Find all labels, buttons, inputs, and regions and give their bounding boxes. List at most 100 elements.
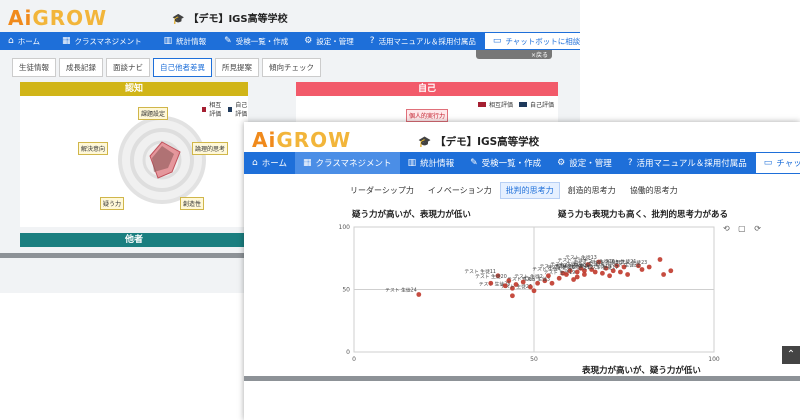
nav-chatbot[interactable]: ▭チャットボットに相談	[483, 32, 580, 50]
nav-label: ホーム	[17, 36, 40, 46]
nav-home[interactable]: ⌂ ホーム	[244, 152, 295, 174]
legend-self-label: 自己評価	[530, 102, 555, 109]
x-tick-label: 100	[708, 356, 720, 363]
radar-label-kadai: 課題設定	[138, 107, 169, 120]
tab-creative-thinking[interactable]: 創造的思考力	[562, 182, 622, 199]
scatter-point	[625, 272, 630, 277]
tab-critical-thinking[interactable]: 批判的思考力	[499, 182, 560, 199]
jiko-label-kojin: 個人的実行力	[406, 109, 449, 122]
point-label: テスト 生徒20	[475, 273, 507, 280]
scatter-point	[618, 269, 623, 275]
nav-manual[interactable]: ? 活用マニュアル＆採用付属品	[362, 32, 484, 50]
jiko-legend: 相互評価 自己評価	[472, 100, 554, 109]
y-tick-label: 0	[346, 349, 350, 356]
scatter-point	[520, 279, 526, 285]
subtab-interview-navi[interactable]: 面談ナビ	[106, 58, 150, 77]
tab-collaborative-thinking[interactable]: 協働的思考力	[624, 182, 684, 199]
scatter-point	[607, 273, 612, 279]
radar-label-ronri: 論理的思考	[192, 142, 229, 155]
school-name: 🎓 【デモ】IGS高等学校	[172, 10, 288, 25]
nav-settings[interactable]: ⚙ 設定・管理	[296, 32, 362, 50]
legend-other-label: 相互評価	[489, 102, 514, 109]
logo-rest: GROW	[276, 128, 352, 152]
nav-settings[interactable]: ⚙ 設定・管理	[549, 152, 620, 174]
tab-innovation[interactable]: イノベーション力	[422, 182, 498, 199]
pencil-icon: ✎	[224, 36, 232, 46]
nav-label: ホーム	[261, 159, 287, 169]
nav-label: クラスマネジメント	[315, 159, 392, 169]
jiko-panel: 自己 相互評価 自己評価 個人的実行力	[296, 82, 558, 127]
nav-label: クラスマネジメント	[74, 36, 142, 46]
nav-exam-list[interactable]: ✎ 受検一覧・作成	[214, 32, 296, 50]
scatter-point	[668, 268, 674, 274]
nav-home[interactable]: ⌂ ホーム	[0, 32, 48, 50]
app-logo[interactable]: AiGROW	[252, 128, 351, 152]
nav-label: 受検一覧・作成	[235, 36, 289, 46]
scroll-top-button[interactable]: ⌃	[782, 346, 800, 364]
chat-icon: ▭	[763, 158, 773, 168]
graduation-cap-icon: 🎓	[418, 136, 432, 148]
nav-statistics[interactable]: ▥ 統計情報	[400, 152, 463, 174]
competency-tabs: リーダーシップ力 イノベーション力 批判的思考力 創造的思考力 協働的思考力	[344, 182, 686, 199]
school-name: 🎓 【デモ】IGS高等学校	[418, 134, 539, 149]
point-label: テスト 生徒11	[464, 268, 496, 275]
scatter-point	[661, 272, 666, 277]
nav-class-management[interactable]: ▦ クラスマネジメント	[294, 152, 400, 174]
scatter-point	[646, 264, 652, 270]
app-logo[interactable]: AiGROW	[8, 6, 107, 30]
nav-class-management[interactable]: ▦ クラスマネジメント	[48, 32, 150, 50]
stats-icon: ▥	[407, 158, 417, 168]
home-icon: ⌂	[252, 158, 258, 168]
back-button[interactable]: ×戻る	[476, 50, 552, 59]
logo-prefix: Ai	[252, 128, 277, 152]
nav-statistics[interactable]: ▥ 統計情報	[150, 32, 215, 50]
tasha-panel: 他者	[20, 233, 248, 247]
scatter-point	[513, 282, 519, 287]
chart-board-icon: ▦	[62, 36, 71, 46]
scatter-point	[488, 280, 494, 286]
nav-label: チャットボットに相談	[505, 36, 580, 46]
nav-label: 活用マニュアル＆採用付属品	[378, 36, 476, 46]
nav-chatbot[interactable]: ▭チャットボットに相談	[754, 152, 800, 174]
home-icon: ⌂	[8, 36, 14, 46]
nav-label: 設定・管理	[316, 36, 354, 46]
scatter-point	[657, 257, 663, 262]
scatter-point	[510, 293, 515, 299]
subtab-trend-check[interactable]: 傾向チェック	[262, 58, 321, 77]
chevron-up-icon: ⌃	[786, 349, 796, 360]
front-horizontal-scrollbar[interactable]	[244, 376, 800, 381]
nav-label: 活用マニュアル＆採用付属品	[636, 159, 747, 169]
pencil-icon: ✎	[470, 158, 478, 168]
radar-label-souzou: 創造性	[180, 197, 205, 210]
y-tick-label: 50	[342, 287, 350, 294]
school-label: 【デモ】IGS高等学校	[188, 14, 288, 25]
logo-prefix: Ai	[8, 6, 33, 30]
legend-swatch-other	[478, 102, 486, 107]
subtab-student-info[interactable]: 生徒情報	[12, 58, 56, 77]
back-top-nav: ⌂ ホーム ▦ クラスマネジメント ▥ 統計情報 ✎ 受検一覧・作成 ⚙ 設定・管理 ? 活…	[0, 32, 580, 50]
scatter-point	[502, 283, 508, 289]
graduation-cap-icon: 🎓	[172, 14, 185, 25]
scatter-point	[582, 272, 587, 277]
nav-exam-list[interactable]: ✎ 受検一覧・作成	[462, 152, 549, 174]
y-tick-label: 100	[339, 224, 351, 231]
front-top-nav: ⌂ ホーム ▦ クラスマネジメント ▥ 統計情報 ✎ 受検一覧・作成 ⚙ 設定・管理 ? 活…	[244, 152, 800, 174]
nav-label: 設定・管理	[569, 159, 612, 169]
nav-manual[interactable]: ? 活用マニュアル＆採用付属品	[620, 152, 755, 174]
scatter-point	[571, 277, 576, 282]
jiko-header: 自己	[296, 82, 558, 96]
scatter-point	[564, 272, 569, 277]
subtab-growth-record[interactable]: 成長記録	[59, 58, 103, 77]
scatter-point	[531, 288, 537, 294]
chart-board-icon: ▦	[302, 158, 312, 168]
subtab-findings[interactable]: 所見提案	[215, 58, 259, 77]
scatter-point	[416, 292, 422, 297]
stats-icon: ▥	[163, 36, 173, 46]
front-window: AiGROW 🎓 【デモ】IGS高等学校 ⌂ ホーム ▦ クラスマネジメント ▥ 統計情…	[244, 122, 800, 420]
nav-label: 統計情報	[420, 159, 455, 169]
x-tick-label: 50	[530, 356, 538, 363]
scatter-point	[549, 280, 555, 286]
subtab-self-other-gap[interactable]: 自己他者差異	[153, 58, 212, 77]
help-icon: ?	[627, 158, 633, 168]
tab-leadership[interactable]: リーダーシップ力	[344, 182, 420, 199]
